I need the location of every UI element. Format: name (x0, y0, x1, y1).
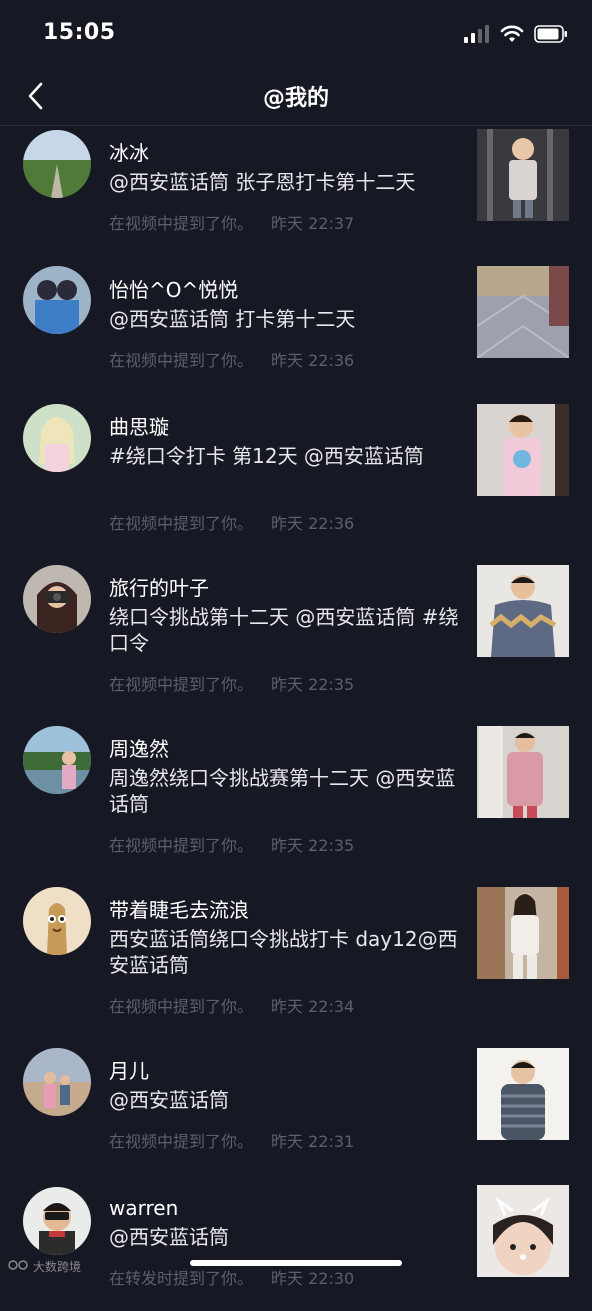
mention-action: 在视频中提到了你。 (109, 836, 254, 855)
username: warren (109, 1196, 179, 1220)
video-thumbnail[interactable] (477, 266, 569, 358)
video-thumbnail[interactable] (477, 404, 569, 496)
video-thumbnail[interactable] (477, 726, 569, 818)
video-thumbnail[interactable] (477, 565, 569, 657)
timestamp: 昨天 22:35 (271, 836, 355, 855)
username: 冰冰 (109, 141, 149, 165)
list-item[interactable]: warren @西安蓝话筒 在转发时提到了你。 昨天 22:30 (0, 1181, 592, 1311)
mention-text: #绕口令打卡 第12天 @西安蓝话筒 (109, 444, 424, 468)
mention-meta: 在视频中提到了你。 昨天 22:37 (109, 214, 354, 234)
avatar[interactable] (23, 1187, 91, 1255)
avatar[interactable] (23, 565, 91, 633)
cellular-signal-icon (464, 25, 490, 47)
video-thumbnail[interactable] (477, 129, 569, 221)
username: 带着睫毛去流浪 (109, 898, 249, 922)
list-item[interactable]: 怡怡^O^悦悦 @西安蓝话筒 打卡第十二天 在视频中提到了你。 昨天 22:36 (0, 263, 592, 400)
video-thumbnail[interactable] (477, 1185, 569, 1277)
mention-meta: 在视频中提到了你。 昨天 22:35 (109, 836, 354, 856)
watermark-text: 大数跨境 (33, 1260, 82, 1274)
status-icons (464, 24, 568, 48)
list-item[interactable]: 月儿 @西安蓝话筒 在视频中提到了你。 昨天 22:31 (0, 1044, 592, 1181)
mention-meta: 在视频中提到了你。 昨天 22:35 (109, 675, 354, 695)
mention-text: @西安蓝话筒 (109, 1088, 229, 1112)
mention-meta: 在视频中提到了你。 昨天 22:36 (109, 351, 354, 371)
mention-meta: 在转发时提到了你。 昨天 22:30 (109, 1269, 354, 1289)
timestamp: 昨天 22:31 (271, 1132, 355, 1151)
mention-text: @西安蓝话筒 (109, 1225, 229, 1249)
list-item[interactable]: 周逸然 周逸然绕口令挑战赛第十二天 @西安蓝话筒 在视频中提到了你。 昨天 22:… (0, 722, 592, 883)
status-time: 15:05 (43, 20, 116, 45)
battery-icon (534, 25, 568, 47)
wifi-icon (500, 25, 524, 47)
mention-action: 在视频中提到了你。 (109, 675, 254, 694)
list-item[interactable]: 曲思璇 #绕口令打卡 第12天 @西安蓝话筒 在视频中提到了你。 昨天 22:36 (0, 400, 592, 561)
mention-action: 在视频中提到了你。 (109, 1132, 254, 1151)
username: 周逸然 (109, 737, 169, 761)
username: 月儿 (109, 1059, 149, 1083)
timestamp: 昨天 22:35 (271, 675, 355, 694)
avatar[interactable] (23, 1048, 91, 1116)
avatar[interactable] (23, 266, 91, 334)
video-thumbnail[interactable] (477, 1048, 569, 1140)
mention-text: 西安蓝话筒绕口令挑战打卡 day12@西安蓝话筒 (109, 927, 458, 977)
timestamp: 昨天 22:30 (271, 1269, 355, 1288)
avatar[interactable] (23, 130, 91, 198)
mention-action: 在转发时提到了你。 (109, 1269, 254, 1288)
mention-action: 在视频中提到了你。 (109, 997, 254, 1016)
watermark: 大数跨境 (8, 1258, 81, 1275)
list-item[interactable]: 带着睫毛去流浪 西安蓝话筒绕口令挑战打卡 day12@西安蓝话筒 在视频中提到了… (0, 883, 592, 1044)
list-item[interactable]: 旅行的叶子 绕口令挑战第十二天 @西安蓝话筒 #绕口令 在视频中提到了你。 昨天 … (0, 561, 592, 722)
timestamp: 昨天 22:34 (271, 997, 355, 1016)
video-thumbnail[interactable] (477, 887, 569, 979)
username: 旅行的叶子 (109, 576, 209, 600)
mention-action: 在视频中提到了你。 (109, 514, 254, 533)
username: 怡怡^O^悦悦 (109, 278, 239, 302)
timestamp: 昨天 22:37 (271, 214, 355, 233)
username: 曲思璇 (109, 415, 169, 439)
nav-bar: @我的 (0, 70, 592, 126)
mention-text: @西安蓝话筒 张子恩打卡第十二天 (109, 170, 416, 194)
mention-meta: 在视频中提到了你。 昨天 22:34 (109, 997, 354, 1017)
mention-text: 绕口令挑战第十二天 @西安蓝话筒 #绕口令 (109, 605, 459, 655)
mention-meta: 在视频中提到了你。 昨天 22:31 (109, 1132, 354, 1152)
mention-action: 在视频中提到了你。 (109, 214, 254, 233)
mention-text: 周逸然绕口令挑战赛第十二天 @西安蓝话筒 (109, 766, 456, 816)
avatar[interactable] (23, 404, 91, 472)
avatar[interactable] (23, 726, 91, 794)
mention-action: 在视频中提到了你。 (109, 351, 254, 370)
home-indicator[interactable] (190, 1260, 402, 1266)
status-bar: 15:05 (0, 0, 592, 70)
list-item[interactable]: 冰冰 @西安蓝话筒 张子恩打卡第十二天 在视频中提到了你。 昨天 22:37 (0, 126, 592, 263)
watermark-logo-icon (8, 1258, 30, 1275)
mention-meta: 在视频中提到了你。 昨天 22:36 (109, 514, 354, 534)
timestamp: 昨天 22:36 (271, 514, 355, 533)
mention-text: @西安蓝话筒 打卡第十二天 (109, 307, 356, 331)
timestamp: 昨天 22:36 (271, 351, 355, 370)
page-title: @我的 (262, 86, 329, 111)
avatar[interactable] (23, 887, 91, 955)
